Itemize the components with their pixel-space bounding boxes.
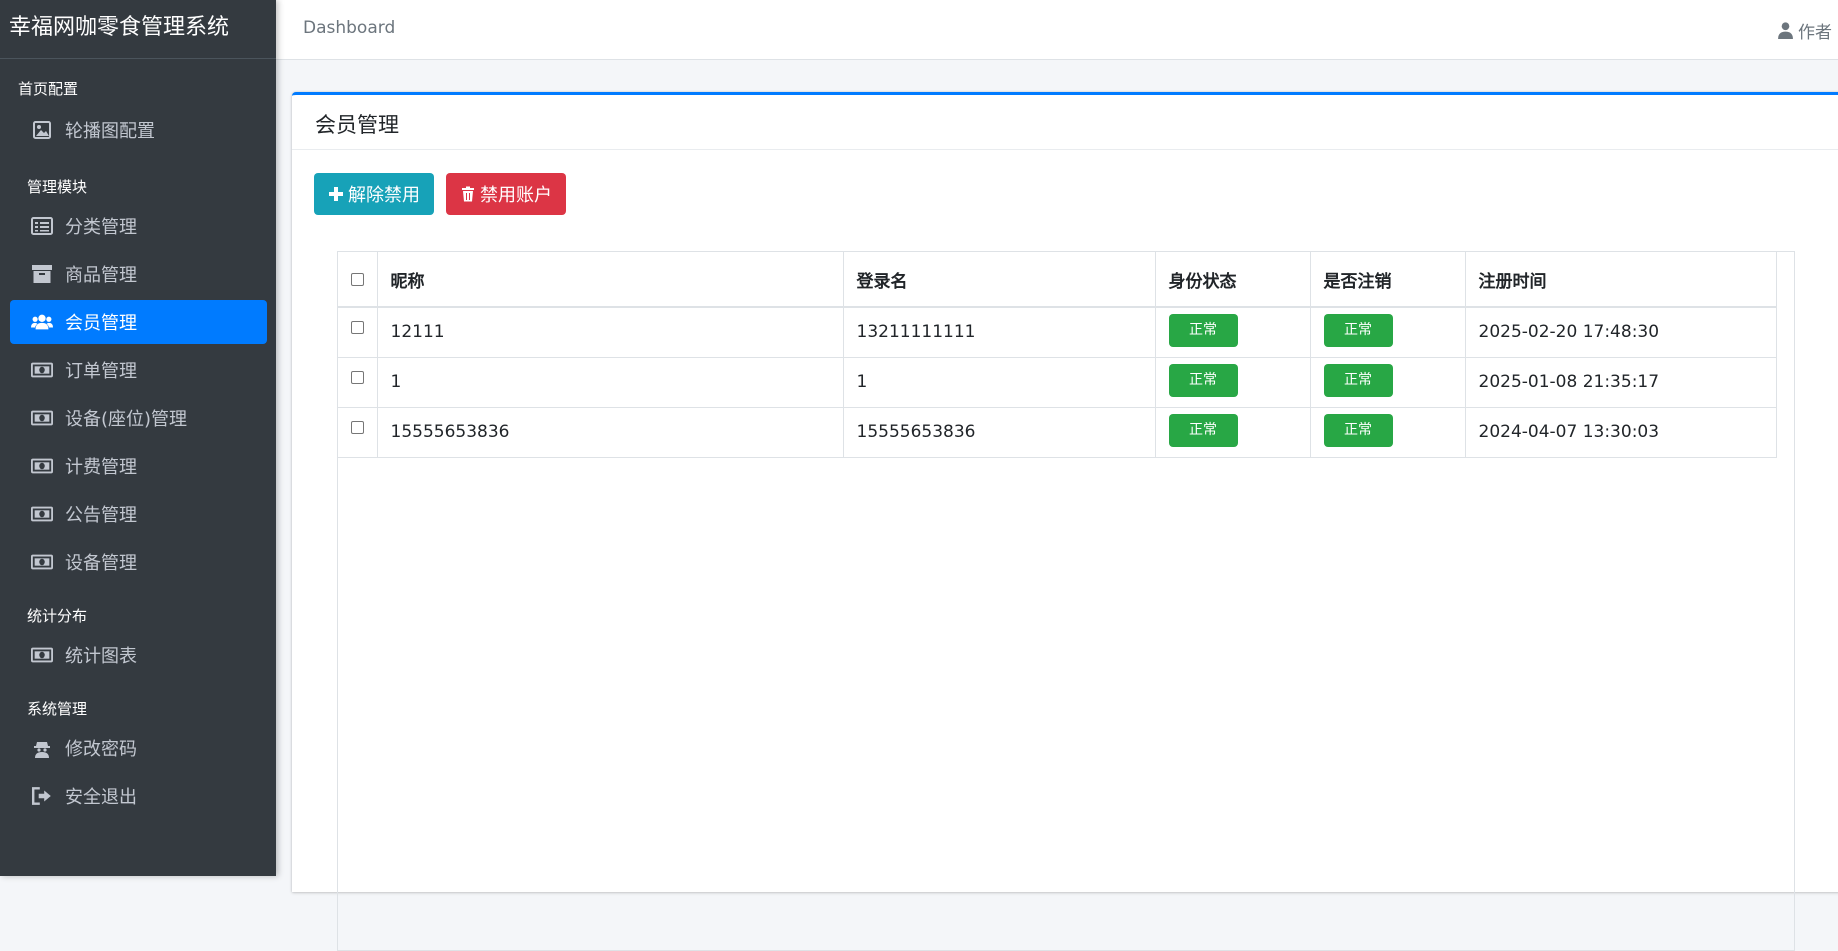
cell-cancelled: 正常 [1310,407,1466,458]
sidebar-item-devices[interactable]: 设备管理 [10,540,267,584]
cell-status: 正常 [1155,307,1311,358]
money-icon [29,503,55,525]
brand-title[interactable]: 幸福网咖零食管理系统 [0,0,276,59]
user-icon [1778,22,1793,39]
select-all-checkbox[interactable] [350,272,364,286]
money-icon [29,359,55,381]
select-all-cell [338,252,378,308]
table-header-row: 昵称 登录名 身份状态 是否注销 注册时间 [338,252,1777,308]
row-checkbox[interactable] [350,320,364,334]
cell-status: 正常 [1155,407,1311,458]
sidebar-item-seats[interactable]: 设备(座位)管理 [10,396,267,440]
nav-header-management: 管理模块 [27,178,88,196]
cell-login: 1 [843,357,1156,408]
cell-login: 15555653836 [843,407,1156,458]
sidebar-item-members[interactable]: 会员管理 [10,300,267,344]
nav-header-home-config: 首页配置 [18,80,79,98]
cell-login: 13211111111 [843,307,1156,358]
row-checkbox[interactable] [350,370,364,384]
user-secret-icon [29,737,55,759]
cell-status: 正常 [1155,357,1311,408]
sidebar-item-label: 分类管理 [65,217,137,238]
archive-icon [29,263,55,285]
sidebar-item-products[interactable]: 商品管理 [10,252,267,296]
sidebar-item-logout[interactable]: 安全退出 [10,774,267,818]
sidebar: 幸福网咖零食管理系统 首页配置 轮播图配置 管理模块 分类管理 商品管理 会员管… [0,0,276,876]
status-badge[interactable]: 正常 [1168,363,1238,397]
sidebar-item-carousel-config[interactable]: 轮播图配置 [10,108,267,152]
nav-header-statistics: 统计分布 [27,607,88,625]
column-header-cancelled[interactable]: 是否注销 [1310,252,1466,308]
cell-cancelled: 正常 [1310,307,1466,358]
users-icon [29,311,55,333]
sidebar-item-label: 会员管理 [65,313,137,334]
card-title: 会员管理 [292,95,1838,150]
sidebar-item-label: 商品管理 [65,265,137,286]
cancelled-badge[interactable]: 正常 [1323,413,1393,447]
toolbar: 解除禁用 禁用账户 [314,173,578,215]
table-row[interactable]: 15555653836 15555653836 正常 正常 2024-04-07… [338,407,1777,458]
cancelled-badge[interactable]: 正常 [1323,313,1393,347]
money-icon [29,455,55,477]
sidebar-item-label: 统计图表 [65,646,137,667]
cell-registered: 2024-04-07 13:30:03 [1465,407,1777,458]
ban-button[interactable]: 禁用账户 [446,173,566,215]
column-header-registered[interactable]: 注册时间 [1465,252,1777,308]
sidebar-item-change-password[interactable]: 修改密码 [10,726,267,770]
list-icon [29,215,55,237]
cell-nickname: 12111 [377,307,844,358]
user-menu[interactable]: 作者 [1778,18,1832,43]
sidebar-item-label: 安全退出 [65,787,137,808]
image-icon [29,119,55,141]
cell-registered: 2025-02-20 17:48:30 [1465,307,1777,358]
sidebar-item-billing[interactable]: 计费管理 [10,444,267,488]
sidebar-item-label: 修改密码 [65,739,137,760]
nav-header-system: 系统管理 [27,700,88,718]
table-row[interactable]: 12111 13211111111 正常 正常 2025-02-20 17:48… [338,307,1777,358]
top-navbar: Dashboard 作者 [276,0,1838,60]
row-select-cell [338,357,378,408]
column-header-login[interactable]: 登录名 [843,252,1156,308]
money-icon [29,407,55,429]
cell-cancelled: 正常 [1310,357,1466,408]
members-card: 会员管理 解除禁用 禁用账户 昵称 登录名 身份状态 是否注销 注册时间 121… [292,92,1838,951]
row-select-cell [338,407,378,458]
cancelled-badge[interactable]: 正常 [1323,363,1393,397]
sidebar-item-charts[interactable]: 统计图表 [10,633,267,677]
sidebar-item-label: 公告管理 [65,505,137,526]
cell-registered: 2025-01-08 21:35:17 [1465,357,1777,408]
sidebar-item-label: 计费管理 [65,457,137,478]
row-select-cell [338,307,378,358]
cell-nickname: 15555653836 [377,407,844,458]
status-badge[interactable]: 正常 [1168,313,1238,347]
row-checkbox[interactable] [350,420,364,434]
unban-button-label: 解除禁用 [348,185,420,206]
unban-button[interactable]: 解除禁用 [314,173,434,215]
user-name: 作者 [1798,23,1832,43]
sidebar-item-label: 轮播图配置 [65,121,155,142]
sidebar-item-announcements[interactable]: 公告管理 [10,492,267,536]
cell-nickname: 1 [377,357,844,408]
sidebar-item-label: 订单管理 [65,361,137,382]
status-badge[interactable]: 正常 [1168,413,1238,447]
ban-button-label: 禁用账户 [480,185,552,206]
column-header-nickname[interactable]: 昵称 [377,252,844,308]
sign-out-icon [29,785,55,807]
column-header-status[interactable]: 身份状态 [1155,252,1311,308]
sidebar-item-label: 设备管理 [65,553,137,574]
sidebar-item-orders[interactable]: 订单管理 [10,348,267,392]
plus-icon [329,187,343,201]
sidebar-item-label: 设备(座位)管理 [65,409,188,430]
table-row[interactable]: 1 1 正常 正常 2025-01-08 21:35:17 [338,357,1777,408]
money-icon [29,551,55,573]
breadcrumb[interactable]: Dashboard [303,18,395,38]
sidebar-item-category[interactable]: 分类管理 [10,204,267,248]
trash-icon [462,186,474,202]
members-table-container: 昵称 登录名 身份状态 是否注销 注册时间 12111 13211111111 … [337,251,1795,951]
members-table: 昵称 登录名 身份状态 是否注销 注册时间 12111 13211111111 … [338,252,1777,458]
money-icon [29,644,55,666]
